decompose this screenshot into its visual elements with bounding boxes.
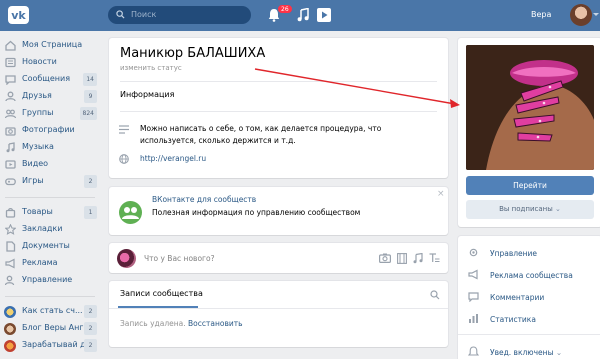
annotation-arrow: [254, 68, 460, 108]
